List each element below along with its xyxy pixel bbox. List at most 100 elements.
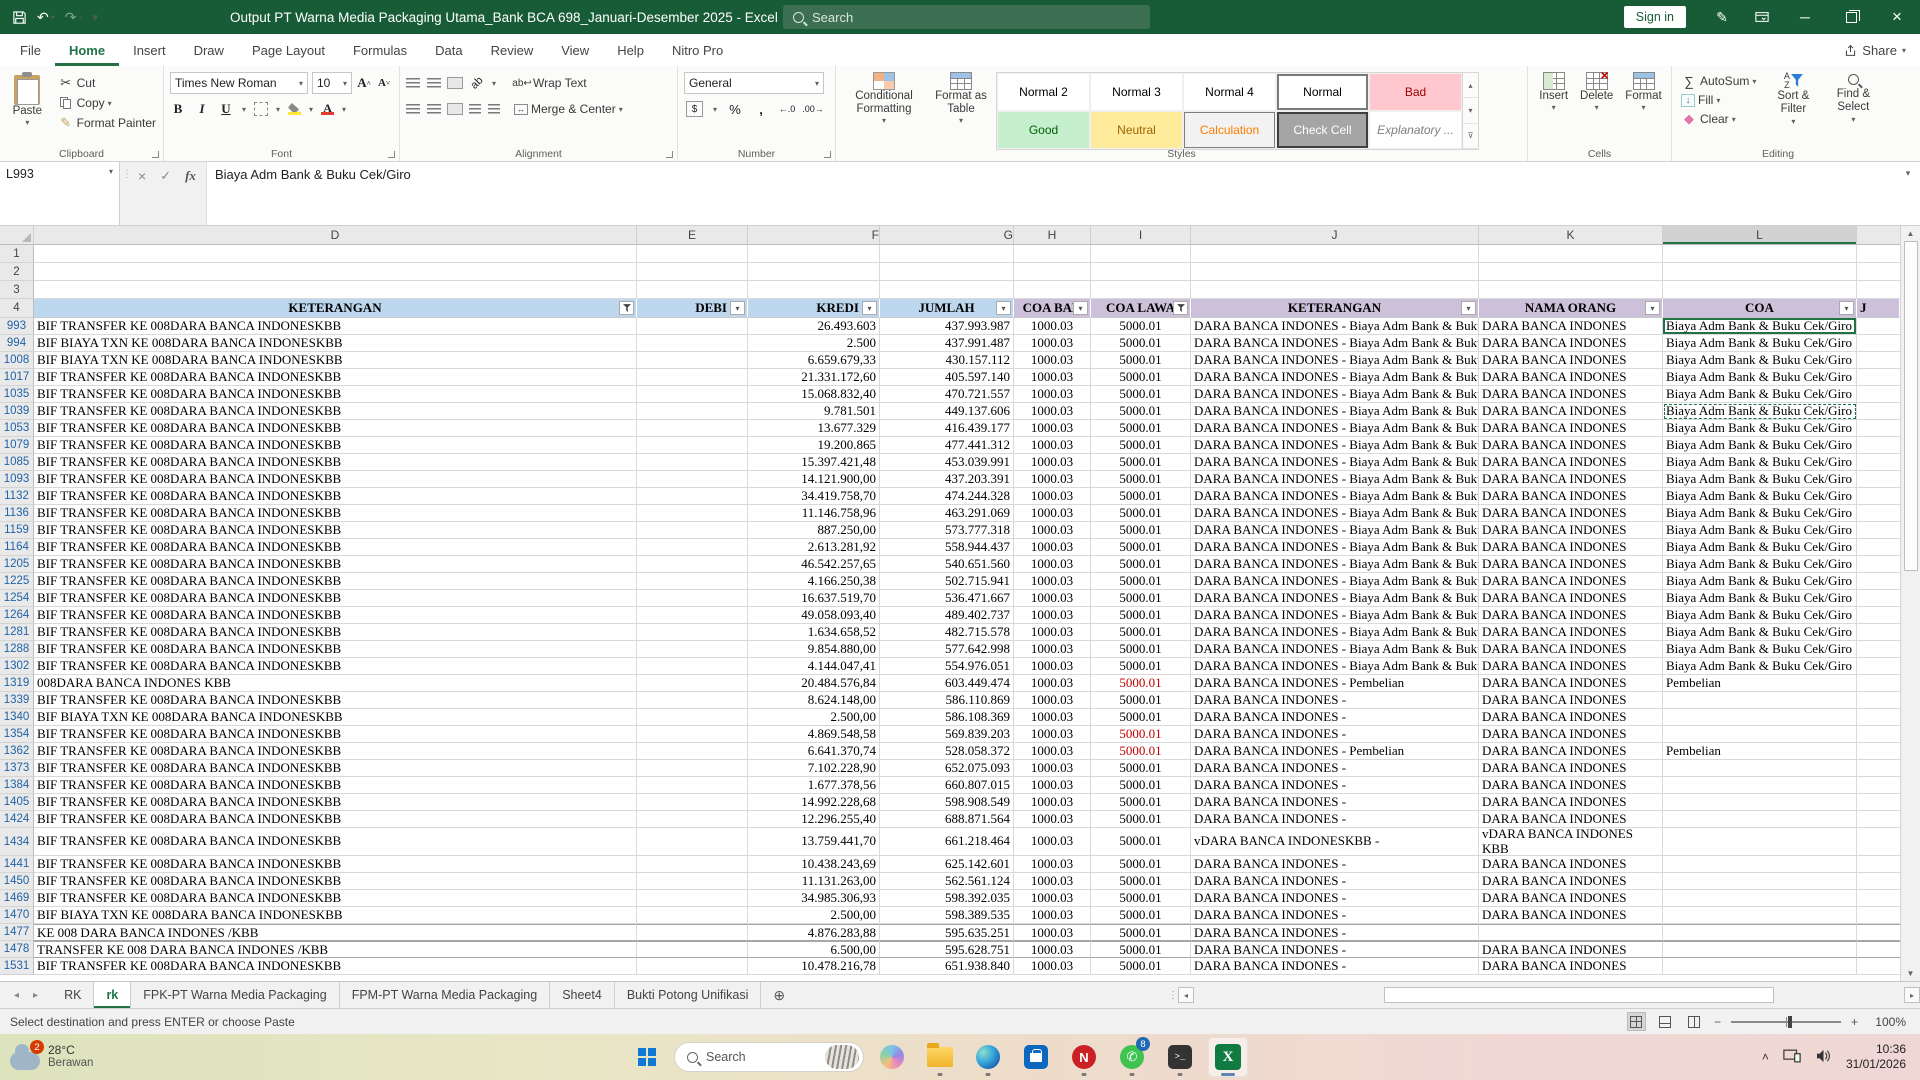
filter-header-m[interactable]: J [1857, 299, 1900, 318]
cell-l[interactable] [1663, 828, 1857, 856]
cell-k[interactable]: DARA BANCA INDONES [1479, 709, 1663, 726]
cell-style-normal[interactable]: Normal [1276, 73, 1369, 111]
align-left-icon[interactable] [406, 104, 420, 114]
cell-h[interactable] [1014, 281, 1091, 299]
shrink-font-icon[interactable]: A˅ [376, 75, 392, 91]
cell-e[interactable] [637, 794, 748, 811]
cell-l[interactable]: Biaya Adm Bank & Buku Cek/Giro [1663, 624, 1857, 641]
row-header[interactable]: 4 [0, 299, 34, 318]
cell-m[interactable] [1857, 856, 1900, 873]
cell-k[interactable]: DARA BANCA INDONES [1479, 335, 1663, 352]
pen-icon[interactable]: ✎ [1702, 0, 1742, 34]
filter-dropdown-icon[interactable]: ▾ [1073, 301, 1088, 315]
cancel-entry-icon[interactable]: × [138, 168, 146, 184]
filter-header-j[interactable]: KETERANGAN▾ [1191, 299, 1479, 318]
cell-k[interactable]: DARA BANCA INDONES [1479, 454, 1663, 471]
cell-m[interactable] [1857, 777, 1900, 794]
cell-g[interactable]: 586.110.869 [880, 692, 1014, 709]
cell-h[interactable]: 1000.03 [1014, 890, 1091, 907]
row-header[interactable]: 1339 [0, 692, 34, 709]
row-header[interactable]: 1424 [0, 811, 34, 828]
cell-k[interactable]: DARA BANCA INDONES [1479, 675, 1663, 692]
cell-h[interactable]: 1000.03 [1014, 777, 1091, 794]
sheet-nav-left-icon[interactable]: ◂ [14, 990, 19, 1001]
cell-h[interactable]: 1000.03 [1014, 658, 1091, 675]
font-name-combo[interactable]: Times New Roman▾ [170, 72, 308, 94]
zoom-in-button[interactable]: + [1851, 1015, 1858, 1029]
cell-l[interactable]: Biaya Adm Bank & Buku Cek/Giro [1663, 403, 1857, 420]
cell-style-normal-2[interactable]: Normal 2 [997, 73, 1090, 111]
cell-m[interactable] [1857, 539, 1900, 556]
taskbar-app-copilot[interactable] [872, 1037, 912, 1077]
cell-g[interactable]: 603.449.474 [880, 675, 1014, 692]
new-sheet-button[interactable]: ⊕ [761, 982, 797, 1008]
row-header[interactable]: 1384 [0, 777, 34, 794]
cell-d[interactable]: BIF BIAYA TXN KE 008DARA BANCA INDONESKB… [34, 709, 637, 726]
filter-header-k[interactable]: NAMA ORANG▾ [1479, 299, 1663, 318]
cell-i[interactable]: 5000.01 [1091, 709, 1191, 726]
cell-j[interactable]: DARA BANCA INDONES - [1191, 760, 1479, 777]
cell-h[interactable]: 1000.03 [1014, 539, 1091, 556]
cell-m[interactable] [1857, 522, 1900, 539]
cell-k[interactable]: DARA BANCA INDONES [1479, 873, 1663, 890]
cell-i[interactable] [1091, 245, 1191, 263]
cell-j[interactable]: DARA BANCA INDONES - [1191, 958, 1479, 975]
cell-g[interactable]: 449.137.606 [880, 403, 1014, 420]
cell-k[interactable] [1479, 263, 1663, 281]
cell-d[interactable]: BIF BIAYA TXN KE 008DARA BANCA INDONESKB… [34, 335, 637, 352]
cell-h[interactable]: 1000.03 [1014, 573, 1091, 590]
row-header[interactable]: 1132 [0, 488, 34, 505]
cell-d[interactable]: KE 008 DARA BANCA INDONES /KBB [34, 924, 637, 941]
filter-applied-icon[interactable] [619, 301, 634, 315]
cell-j[interactable]: DARA BANCA INDONES - [1191, 811, 1479, 828]
row-header[interactable]: 1281 [0, 624, 34, 641]
middle-align-icon[interactable] [427, 78, 441, 88]
row-header[interactable]: 1340 [0, 709, 34, 726]
sort-filter-button[interactable]: AZ Sort & Filter▾ [1765, 70, 1821, 128]
cell-h[interactable]: 1000.03 [1014, 709, 1091, 726]
gallery-down-icon[interactable]: ▾ [1463, 98, 1478, 123]
row-header[interactable]: 1477 [0, 924, 34, 941]
cell-l[interactable]: Biaya Adm Bank & Buku Cek/Giro [1663, 386, 1857, 403]
row-header[interactable]: 1085 [0, 454, 34, 471]
sheet-tab-bukti-potong-unifikasi[interactable]: Bukti Potong Unifikasi [615, 982, 762, 1008]
fill-button[interactable]: ↓Fill▾ [1678, 92, 1759, 108]
sign-in-button[interactable]: Sign in [1624, 6, 1686, 28]
cell-e[interactable] [637, 607, 748, 624]
gallery-more-icon[interactable]: ⊽ [1463, 124, 1478, 149]
cell-f[interactable]: 4.876.283,88 [748, 924, 880, 941]
cell-j[interactable]: DARA BANCA INDONES - Biaya Adm Bank & Bu… [1191, 369, 1479, 386]
underline-button[interactable]: U [218, 101, 234, 117]
cell-h[interactable]: 1000.03 [1014, 828, 1091, 856]
cell-e[interactable] [637, 281, 748, 299]
cell-i[interactable]: 5000.01 [1091, 873, 1191, 890]
cell-l[interactable]: Pembelian [1663, 743, 1857, 760]
cell-m[interactable] [1857, 675, 1900, 692]
cell-j[interactable]: DARA BANCA INDONES - Biaya Adm Bank & Bu… [1191, 352, 1479, 369]
zoom-out-button[interactable]: − [1714, 1015, 1721, 1029]
cell-i[interactable]: 5000.01 [1091, 369, 1191, 386]
cell-g[interactable]: 470.721.557 [880, 386, 1014, 403]
cell-k[interactable]: DARA BANCA INDONES [1479, 471, 1663, 488]
cell-g[interactable]: 502.715.941 [880, 573, 1014, 590]
cell-f[interactable]: 13.677.329 [748, 420, 880, 437]
zoom-percentage[interactable]: 100% [1868, 1015, 1906, 1029]
row-header[interactable]: 1035 [0, 386, 34, 403]
cell-f[interactable] [748, 245, 880, 263]
cell-m[interactable] [1857, 318, 1900, 335]
row-header[interactable]: 1264 [0, 607, 34, 624]
row-header[interactable]: 1441 [0, 856, 34, 873]
cell-m[interactable] [1857, 709, 1900, 726]
cell-g[interactable]: 437.203.391 [880, 471, 1014, 488]
volume-icon[interactable] [1815, 1049, 1832, 1066]
cell-i[interactable]: 5000.01 [1091, 958, 1191, 975]
cell-l[interactable]: Biaya Adm Bank & Buku Cek/Giro [1663, 539, 1857, 556]
cell-h[interactable]: 1000.03 [1014, 760, 1091, 777]
cell-g[interactable]: 573.777.318 [880, 522, 1014, 539]
cell-f[interactable]: 1.634.658,52 [748, 624, 880, 641]
cell-d[interactable] [34, 245, 637, 263]
cell-i[interactable]: 5000.01 [1091, 607, 1191, 624]
top-align-icon[interactable] [406, 78, 420, 88]
cell-k[interactable]: DARA BANCA INDONES [1479, 692, 1663, 709]
cell-l[interactable] [1663, 811, 1857, 828]
